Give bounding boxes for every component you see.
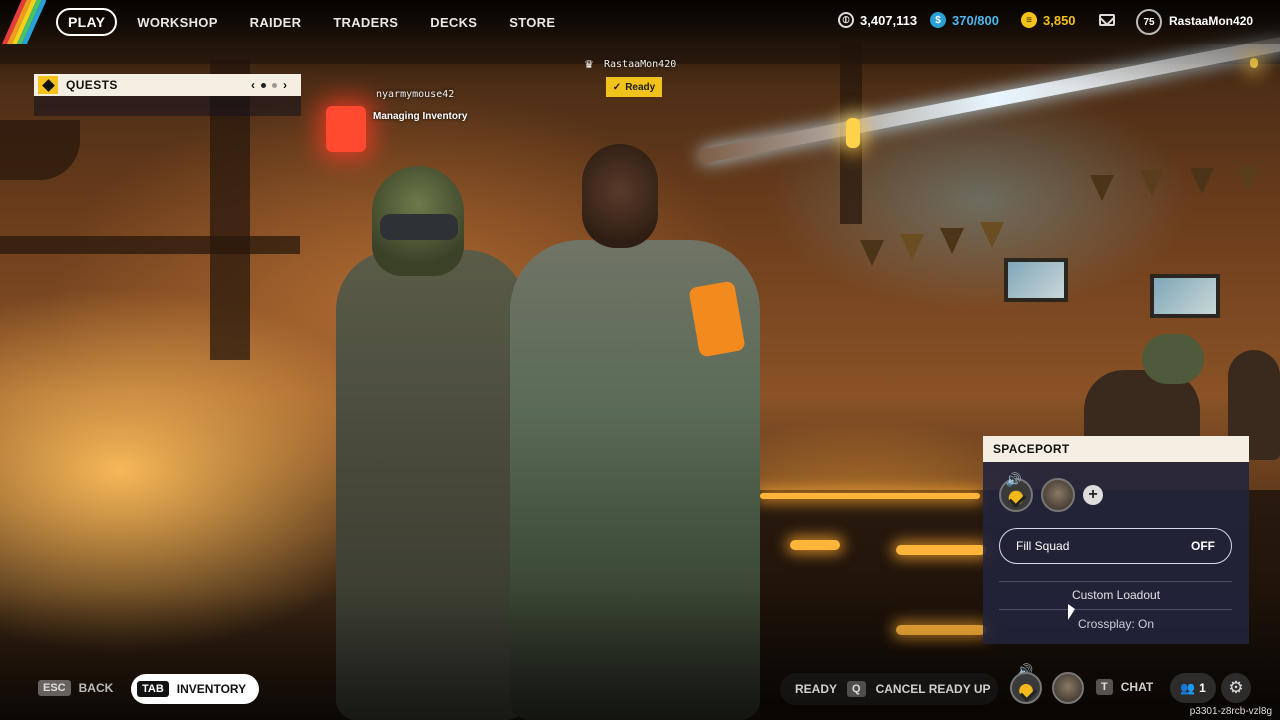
gear-icon[interactable]: ⚙ bbox=[1221, 673, 1251, 703]
squadmate-name-tag: nyarmymouse42 bbox=[376, 89, 455, 100]
spaceport-title: SPACEPORT bbox=[983, 436, 1249, 462]
raider-tokens-balance[interactable]: $ 370/800 bbox=[930, 12, 999, 28]
voice-speaker-icon: 🔊 bbox=[1005, 472, 1023, 487]
friends-count: 1 bbox=[1199, 681, 1206, 695]
fill-squad-label: Fill Squad bbox=[1016, 539, 1070, 553]
quest-pager: ‹ › bbox=[251, 78, 287, 92]
ready-status-chip: ✓ Ready bbox=[606, 77, 662, 97]
friends-icon: 👥 bbox=[1180, 681, 1196, 695]
session-id: p3301-z8rcb-vzl8g bbox=[1189, 706, 1272, 717]
spaceport-squad-panel: SPACEPORT + 🔊 Fill Squad OFF Custom Load… bbox=[983, 436, 1249, 644]
game-logo bbox=[0, 0, 46, 44]
quest-next-button[interactable]: › bbox=[283, 78, 287, 92]
quests-title: QUESTS bbox=[66, 78, 118, 92]
checkmark-icon: ✓ bbox=[612, 81, 622, 93]
top-navigation-bar: PLAY WORKSHOP RAIDER TRADERS DECKS STORE… bbox=[0, 0, 1280, 44]
chat-hint[interactable]: T CHAT bbox=[1096, 679, 1153, 695]
nav-tab-traders[interactable]: TRADERS bbox=[333, 15, 398, 30]
fill-squad-state: OFF bbox=[1191, 539, 1215, 553]
player-avatar-small[interactable] bbox=[1010, 672, 1042, 704]
chat-label: CHAT bbox=[1120, 680, 1154, 694]
nav-tab-raider[interactable]: RAIDER bbox=[250, 15, 302, 30]
raider-tokens-value: 370/800 bbox=[952, 12, 999, 28]
nav-tab-play[interactable]: PLAY bbox=[56, 8, 118, 36]
q-key: Q bbox=[847, 681, 866, 697]
quest-page-dot-2[interactable] bbox=[272, 82, 277, 88]
crossplay-status[interactable]: Crossplay: On bbox=[983, 617, 1249, 631]
esc-key: ESC bbox=[38, 680, 71, 696]
quests-panel[interactable]: QUESTS ‹ › bbox=[34, 74, 301, 116]
main-nav: PLAY WORKSHOP RAIDER TRADERS DECKS STORE bbox=[56, 8, 587, 36]
back-hint[interactable]: ESC BACK bbox=[38, 680, 113, 696]
nav-tab-workshop[interactable]: WORKSHOP bbox=[137, 15, 217, 30]
fill-squad-toggle[interactable]: Fill Squad OFF bbox=[999, 528, 1232, 564]
ready-up-bar[interactable]: READY Q CANCEL READY UP bbox=[780, 673, 998, 705]
credits-value: 3,850 bbox=[1043, 12, 1076, 28]
mouse-cursor bbox=[1068, 604, 1075, 620]
squadmate-avatar-small[interactable] bbox=[1052, 672, 1084, 704]
cancel-ready-up-label[interactable]: CANCEL READY UP bbox=[876, 682, 991, 696]
back-label: BACK bbox=[78, 681, 114, 695]
squadmate-avatar[interactable] bbox=[1041, 478, 1075, 512]
player-name-tag: RastaaMon420 bbox=[604, 59, 677, 70]
coin-icon: ⦶ bbox=[838, 12, 854, 28]
divider bbox=[999, 609, 1232, 610]
raider-token-icon: $ bbox=[930, 12, 946, 28]
nav-tab-store[interactable]: STORE bbox=[509, 15, 555, 30]
invite-plus-icon[interactable]: + bbox=[1083, 485, 1103, 505]
squadmate-status: Managing Inventory bbox=[373, 111, 468, 122]
player-username[interactable]: RastaaMon420 bbox=[1169, 14, 1253, 28]
quest-prev-button[interactable]: ‹ bbox=[251, 78, 255, 92]
nav-tab-decks[interactable]: DECKS bbox=[430, 15, 477, 30]
coins-balance[interactable]: ⦶ 3,407,113 bbox=[838, 12, 917, 28]
quest-page-dot-1[interactable] bbox=[261, 82, 266, 88]
quest-diamond-icon bbox=[38, 76, 58, 94]
friends-button[interactable]: 👥 1 bbox=[1170, 673, 1216, 703]
inventory-button[interactable]: TAB INVENTORY bbox=[131, 674, 259, 704]
divider bbox=[999, 581, 1232, 582]
custom-loadout-button[interactable]: Custom Loadout bbox=[983, 588, 1249, 602]
ready-status-label: Ready bbox=[625, 81, 656, 93]
party-leader-crown-icon: ♛ bbox=[584, 59, 594, 71]
credits-icon: ≡ bbox=[1021, 12, 1037, 28]
t-key: T bbox=[1096, 679, 1113, 695]
tab-key: TAB bbox=[137, 681, 169, 697]
credits-balance[interactable]: ≡ 3,850 bbox=[1021, 12, 1076, 28]
coins-value: 3,407,113 bbox=[860, 12, 918, 28]
mail-icon[interactable] bbox=[1099, 14, 1115, 26]
player-level-badge: 75 bbox=[1136, 9, 1162, 35]
ready-label: READY bbox=[795, 682, 838, 696]
inventory-label: INVENTORY bbox=[176, 682, 247, 696]
